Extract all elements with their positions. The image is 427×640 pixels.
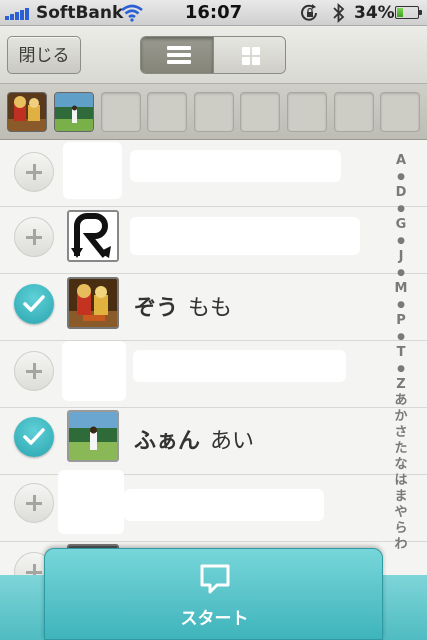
grid-view-button[interactable] xyxy=(212,37,285,73)
index-entry[interactable]: G xyxy=(392,217,410,233)
index-entry[interactable]: ら xyxy=(392,521,410,537)
index-entry[interactable]: あ xyxy=(392,393,410,409)
empty-slot[interactable] xyxy=(147,92,187,132)
selected-slot[interactable] xyxy=(7,92,47,132)
grid-icon xyxy=(241,47,260,65)
contact-name-field xyxy=(133,350,346,382)
contact-row[interactable] xyxy=(0,341,427,408)
empty-slot[interactable] xyxy=(334,92,374,132)
battery-percent: 34% xyxy=(354,3,395,23)
index-entry[interactable]: P xyxy=(392,313,410,329)
index-entry[interactable]: は xyxy=(392,473,410,489)
contact-row[interactable]: ぞう もも xyxy=(0,274,427,341)
index-entry[interactable]: A xyxy=(392,153,410,169)
contact-name: ふぁん あい xyxy=(134,429,255,454)
empty-slot[interactable] xyxy=(380,92,420,132)
view-mode-segmented-control xyxy=(140,36,286,74)
index-entry[interactable]: や xyxy=(392,505,410,521)
close-button[interactable]: 閉じる xyxy=(7,36,81,74)
contact-row[interactable] xyxy=(0,470,427,542)
add-icon[interactable] xyxy=(14,483,54,523)
list-icon xyxy=(167,46,191,64)
index-entry[interactable]: T xyxy=(392,345,410,361)
avatar xyxy=(63,142,122,199)
index-entry[interactable]: Z xyxy=(392,377,410,393)
status-bar: SoftBank 16:07 34% xyxy=(0,0,427,26)
contact-name-field xyxy=(130,217,360,255)
index-entry[interactable]: ● xyxy=(392,201,410,217)
chat-bubble-icon xyxy=(200,564,230,594)
index-entry[interactable]: ● xyxy=(392,169,410,185)
index-entry[interactable]: か xyxy=(392,409,410,425)
index-entry[interactable]: M xyxy=(392,281,410,297)
selected-slot[interactable] xyxy=(54,92,94,132)
contact-row[interactable]: ふぁん あい xyxy=(0,408,427,475)
index-entry[interactable]: ● xyxy=(392,233,410,249)
avatar xyxy=(58,470,124,534)
contact-name: ぞう もも xyxy=(134,296,233,321)
avatar xyxy=(67,410,119,462)
index-entry[interactable]: ● xyxy=(392,265,410,281)
arrow-logo-icon xyxy=(69,212,117,260)
avatar xyxy=(67,277,119,329)
bluetooth-icon xyxy=(333,3,345,23)
index-entry[interactable]: わ xyxy=(392,537,410,553)
add-icon[interactable] xyxy=(14,217,54,257)
check-icon[interactable] xyxy=(14,284,54,324)
rotation-lock-icon xyxy=(301,4,317,21)
battery-fill xyxy=(397,8,403,17)
index-entry[interactable]: ● xyxy=(392,361,410,377)
add-icon[interactable] xyxy=(14,152,54,192)
index-entry[interactable]: な xyxy=(392,457,410,473)
list-view-button[interactable] xyxy=(141,37,213,73)
empty-slot[interactable] xyxy=(194,92,234,132)
index-entry[interactable]: J xyxy=(392,249,410,265)
toolbar: 閉じる xyxy=(0,26,427,84)
contact-name-field xyxy=(130,150,341,182)
selected-avatar-photo xyxy=(55,93,93,131)
avatar-photo xyxy=(69,279,117,327)
avatar-photo xyxy=(69,412,117,460)
empty-slot[interactable] xyxy=(287,92,327,132)
index-entry[interactable]: ● xyxy=(392,297,410,313)
selected-members-strip xyxy=(0,84,427,140)
contact-row[interactable] xyxy=(0,207,427,274)
avatar xyxy=(67,210,119,262)
empty-slot[interactable] xyxy=(101,92,141,132)
index-entry[interactable]: た xyxy=(392,441,410,457)
selected-avatar-photo xyxy=(8,93,46,131)
battery-icon xyxy=(395,6,422,19)
add-icon[interactable] xyxy=(14,351,54,391)
start-button[interactable]: スタート xyxy=(44,548,383,640)
start-label: スタート xyxy=(180,609,249,629)
contact-name-field xyxy=(124,489,324,521)
contact-row[interactable] xyxy=(0,140,427,207)
check-icon[interactable] xyxy=(14,417,54,457)
section-index[interactable]: A ● D ● G ● J ● M ● P ● T ● Z あかさたなはまやらわ xyxy=(392,153,410,553)
avatar xyxy=(62,341,126,401)
index-entry[interactable]: ま xyxy=(392,489,410,505)
index-entry[interactable]: D xyxy=(392,185,410,201)
index-entry[interactable]: ● xyxy=(392,329,410,345)
index-entry[interactable]: さ xyxy=(392,425,410,441)
empty-slot[interactable] xyxy=(240,92,280,132)
